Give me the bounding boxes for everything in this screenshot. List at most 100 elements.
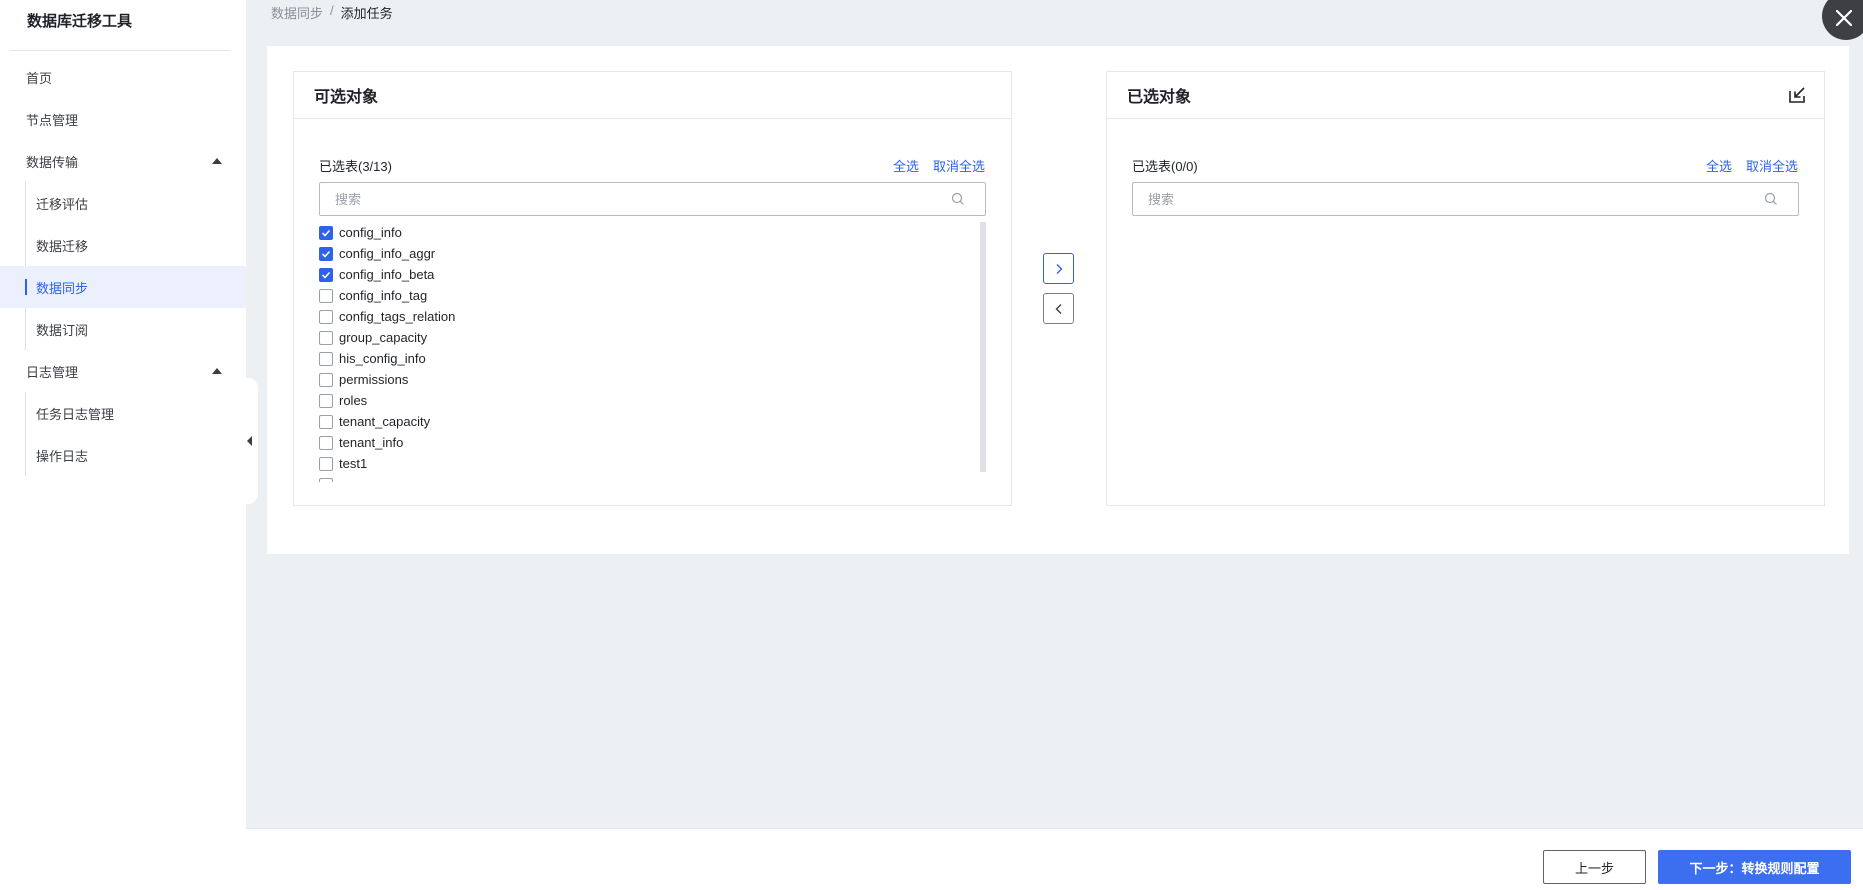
sidebar-item-label: 日志管理 <box>26 364 79 380</box>
list-item-label: config_info_aggr <box>339 246 436 261</box>
close-button[interactable] <box>1822 0 1863 40</box>
checkbox[interactable] <box>319 393 333 408</box>
list-item[interactable]: roles <box>319 390 986 411</box>
list-scrollbar[interactable] <box>980 222 986 472</box>
list-item[interactable]: config_info_aggr <box>319 243 986 264</box>
check-icon <box>321 250 331 258</box>
list-item-label: group_capacity <box>339 330 428 345</box>
list-item[interactable]: tenant_capacity <box>319 411 986 432</box>
list-item-label: test1 <box>339 456 368 471</box>
selected-count: 已选表(3/13) <box>319 159 392 174</box>
sidebar-item-label: 数据迁移 <box>36 238 89 254</box>
sidebar-item-data-migration[interactable]: 数据迁移 <box>0 224 246 266</box>
deselect-all-link[interactable]: 取消全选 <box>933 156 985 175</box>
search-icon <box>1764 192 1777 205</box>
checkbox[interactable] <box>319 435 333 450</box>
list-item[interactable]: permissions <box>319 369 986 390</box>
breadcrumb-current: 添加任务 <box>340 6 393 21</box>
search-field[interactable] <box>1132 182 1799 216</box>
list-item[interactable]: tenant_info <box>319 432 986 453</box>
sidebar-item-label: 节点管理 <box>26 112 79 128</box>
checkbox-checked[interactable] <box>319 246 333 261</box>
sidebar-item-label: 操作日志 <box>36 448 89 464</box>
sidebar-item-home[interactable]: 首页 <box>0 56 246 98</box>
list-item[interactable]: config_tags_relation <box>319 306 986 327</box>
next-step-button[interactable]: 下一步：转换规则配置 <box>1658 850 1851 884</box>
checkbox[interactable] <box>319 330 333 345</box>
caret-up-icon <box>212 368 222 374</box>
checkbox[interactable] <box>319 456 333 471</box>
list-item-label: tenant_capacity <box>339 414 431 429</box>
sidebar-item-label: 数据订阅 <box>36 322 89 338</box>
list-item-label: permissions <box>339 372 409 387</box>
move-left-button[interactable] <box>1043 293 1074 324</box>
list-item[interactable]: config_info <box>319 222 986 243</box>
list-item-label: roles <box>339 393 368 408</box>
selection-toolbar: 已选表(3/13) 全选 取消全选 <box>319 156 985 175</box>
breadcrumb-parent[interactable]: 数据同步 <box>271 3 323 22</box>
list-item[interactable]: users <box>319 474 986 482</box>
list-item[interactable]: group_capacity <box>319 327 986 348</box>
footer-bar: 上一步 下一步：转换规则配置 <box>246 828 1863 890</box>
available-objects-list[interactable]: config_info config_info_aggr config_info_b… <box>319 222 986 482</box>
panel-title: 已选对象 <box>1127 89 1192 106</box>
sidebar-item-label: 首页 <box>26 70 53 86</box>
breadcrumb-separator: / <box>330 3 334 18</box>
sidebar-item-nodes[interactable]: 节点管理 <box>0 98 246 140</box>
sidebar-group-log-management[interactable]: 日志管理 <box>0 350 246 392</box>
checkbox[interactable] <box>319 288 333 303</box>
list-item[interactable]: config_info_beta <box>319 264 986 285</box>
sidebar-item-data-subscription[interactable]: 数据订阅 <box>0 308 246 350</box>
list-item[interactable]: test1 <box>319 453 986 474</box>
breadcrumb: 数据同步 / 添加任务 <box>271 3 393 22</box>
selection-toolbar: 已选表(0/0) 全选 取消全选 <box>1132 156 1798 175</box>
move-right-button[interactable] <box>1043 253 1074 284</box>
search-field[interactable] <box>319 182 986 216</box>
sidebar-item-label: 数据传输 <box>26 154 79 170</box>
panel-title: 可选对象 <box>294 72 1011 119</box>
available-objects-panel: 可选对象 已选表(3/13) 全选 取消全选 config_infoconfig… <box>293 71 1012 506</box>
checkbox[interactable] <box>319 372 333 387</box>
transfer-card: 可选对象 已选表(3/13) 全选 取消全选 config_infoconfig… <box>267 46 1849 554</box>
list-item-label: config_info_tag <box>339 288 428 303</box>
chevron-left-icon <box>1055 303 1061 314</box>
sidebar-item-data-sync[interactable]: 数据同步 <box>0 266 246 308</box>
chevron-right-icon <box>1056 263 1062 274</box>
list-item-label: config_tags_relation <box>339 309 456 324</box>
sidebar-collapse-button[interactable] <box>240 378 258 504</box>
checkbox[interactable] <box>319 477 333 482</box>
sidebar-item-migration-assessment[interactable]: 迁移评估 <box>0 182 246 224</box>
list-item[interactable]: config_info_tag <box>319 285 986 306</box>
sidebar-item-operation-logs[interactable]: 操作日志 <box>0 434 246 476</box>
selected-objects-panel: 已选对象 已选表(0/0) 全选 取消全选 <box>1106 71 1825 506</box>
sidebar-item-task-logs[interactable]: 任务日志管理 <box>0 392 246 434</box>
checkbox[interactable] <box>319 351 333 366</box>
caret-up-icon <box>212 158 222 164</box>
checkbox-checked[interactable] <box>319 225 333 240</box>
list-item[interactable]: his_config_info <box>319 348 986 369</box>
prev-step-button[interactable]: 上一步 <box>1543 850 1646 884</box>
select-all-link[interactable]: 全选 <box>1706 156 1732 175</box>
divider <box>10 50 230 51</box>
sidebar-item-label: 数据同步 <box>36 280 89 296</box>
sidebar: 数据库迁移工具 首页 节点管理 数据传输 迁移评估 数据迁移 数据同步 数据订阅… <box>0 0 246 890</box>
selected-count: 已选表(0/0) <box>1132 159 1198 174</box>
list-item-label: config_info <box>339 225 402 240</box>
deselect-all-link[interactable]: 取消全选 <box>1746 156 1798 175</box>
list-item-label: tenant_info <box>339 435 404 450</box>
close-icon <box>1835 9 1853 27</box>
search-input[interactable] <box>1148 191 1764 207</box>
search-icon <box>951 192 964 205</box>
app-title: 数据库迁移工具 <box>27 13 133 30</box>
select-all-link[interactable]: 全选 <box>893 156 919 175</box>
export-icon[interactable] <box>1788 86 1806 104</box>
sidebar-item-label: 迁移评估 <box>36 196 89 212</box>
checkbox[interactable] <box>319 309 333 324</box>
checkbox-checked[interactable] <box>319 267 333 282</box>
sidebar-group-data-transfer[interactable]: 数据传输 <box>0 140 246 182</box>
search-input[interactable] <box>335 191 951 207</box>
sidebar-item-label: 任务日志管理 <box>36 406 115 422</box>
panel-header: 已选对象 <box>1107 72 1824 119</box>
check-icon <box>321 229 331 237</box>
checkbox[interactable] <box>319 414 333 429</box>
